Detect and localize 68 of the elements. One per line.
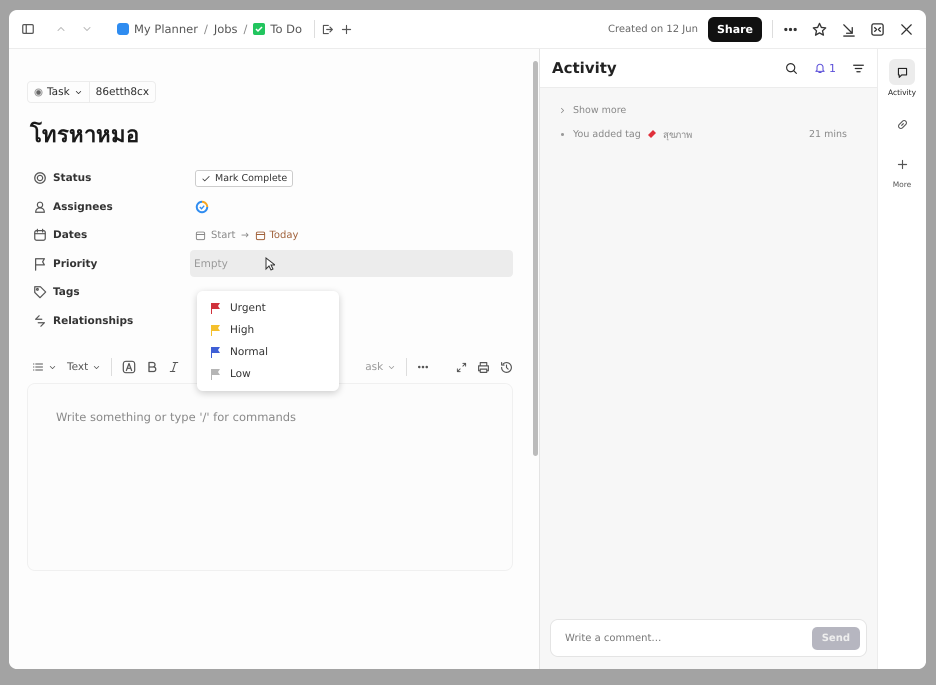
history-icon[interactable] [500, 360, 513, 374]
task-id[interactable]: 86etth8cx [90, 82, 156, 102]
move-icon[interactable] [321, 22, 334, 36]
link-icon [896, 118, 908, 130]
cursor-icon [264, 256, 275, 271]
status-icon [33, 171, 47, 186]
chevron-icon [558, 106, 567, 114]
minimize-icon[interactable] [841, 22, 856, 36]
notification-button[interactable]: 1 [814, 62, 836, 74]
breadcrumb-link[interactable]: To Do [253, 22, 302, 36]
due-date[interactable]: Today [255, 230, 298, 241]
print-icon[interactable] [477, 360, 490, 374]
task-type-icon [34, 88, 43, 96]
arrow-icon [240, 230, 250, 240]
comment-input[interactable]: Write a comment… [563, 632, 812, 644]
star-icon[interactable] [812, 22, 827, 36]
search-icon[interactable] [785, 62, 798, 74]
text-color-icon[interactable] [122, 360, 136, 374]
mark-complete-button[interactable]: Mark Complete [195, 170, 294, 188]
activity-text: You added tag [573, 128, 641, 140]
close-icon[interactable] [899, 22, 914, 36]
created-date: Created on 12 Jun [608, 24, 698, 34]
priority-option[interactable]: Normal [197, 341, 339, 363]
priority-option[interactable]: High [197, 319, 339, 341]
tag-name: สุขภาพ [662, 128, 692, 142]
text-style-dropdown[interactable]: Text [67, 361, 102, 373]
italic-icon[interactable] [168, 361, 180, 373]
sidebar-icon[interactable] [21, 22, 35, 36]
list-dropdown[interactable] [32, 361, 57, 373]
flag-icon [33, 256, 47, 271]
person-icon [33, 200, 47, 214]
bell-icon [814, 62, 826, 74]
expand-icon[interactable] [870, 22, 885, 36]
bold-icon[interactable] [146, 361, 158, 373]
priority-option[interactable]: Urgent [197, 297, 339, 319]
tag-icon [646, 129, 657, 139]
plus-icon [896, 158, 908, 170]
field-label: Relationships [53, 314, 134, 327]
calendar-icon [195, 230, 206, 241]
field-label: Tags [53, 286, 80, 298]
field-label: Dates [53, 229, 88, 242]
task-type-dropdown[interactable]: Task [28, 82, 90, 102]
field-label: Status [53, 172, 92, 184]
tag-icon [33, 285, 47, 300]
breadcrumb-link[interactable]: Jobs [214, 22, 238, 36]
share-button[interactable]: Share [708, 16, 762, 42]
plus-icon[interactable] [340, 22, 354, 36]
fullscreen-icon[interactable] [456, 362, 467, 372]
checkbox-icon [253, 23, 266, 35]
task-title[interactable]: โทรหาหมอ [30, 117, 513, 152]
comment-icon [896, 66, 908, 78]
activity-time: 21 mins [809, 128, 848, 140]
breadcrumb-link[interactable]: My Planner [117, 22, 198, 36]
priority-option[interactable]: Low [197, 363, 339, 385]
calendar-icon [33, 228, 47, 242]
breadcrumb-separator: / [244, 22, 248, 36]
assignee-avatar-icon[interactable] [195, 200, 209, 214]
relationship-icon [33, 314, 47, 328]
check-icon [201, 174, 211, 184]
planner-icon [117, 23, 129, 35]
description-field[interactable]: Write something or type '/' for commands [56, 410, 356, 424]
field-label: Assignees [53, 200, 113, 213]
panel-title: Activity [552, 59, 618, 77]
calendar-icon [255, 230, 266, 241]
list-icon [32, 361, 44, 373]
field-label: Priority [53, 258, 98, 270]
breadcrumb-separator: / [204, 22, 208, 36]
filter-icon[interactable] [852, 62, 865, 74]
